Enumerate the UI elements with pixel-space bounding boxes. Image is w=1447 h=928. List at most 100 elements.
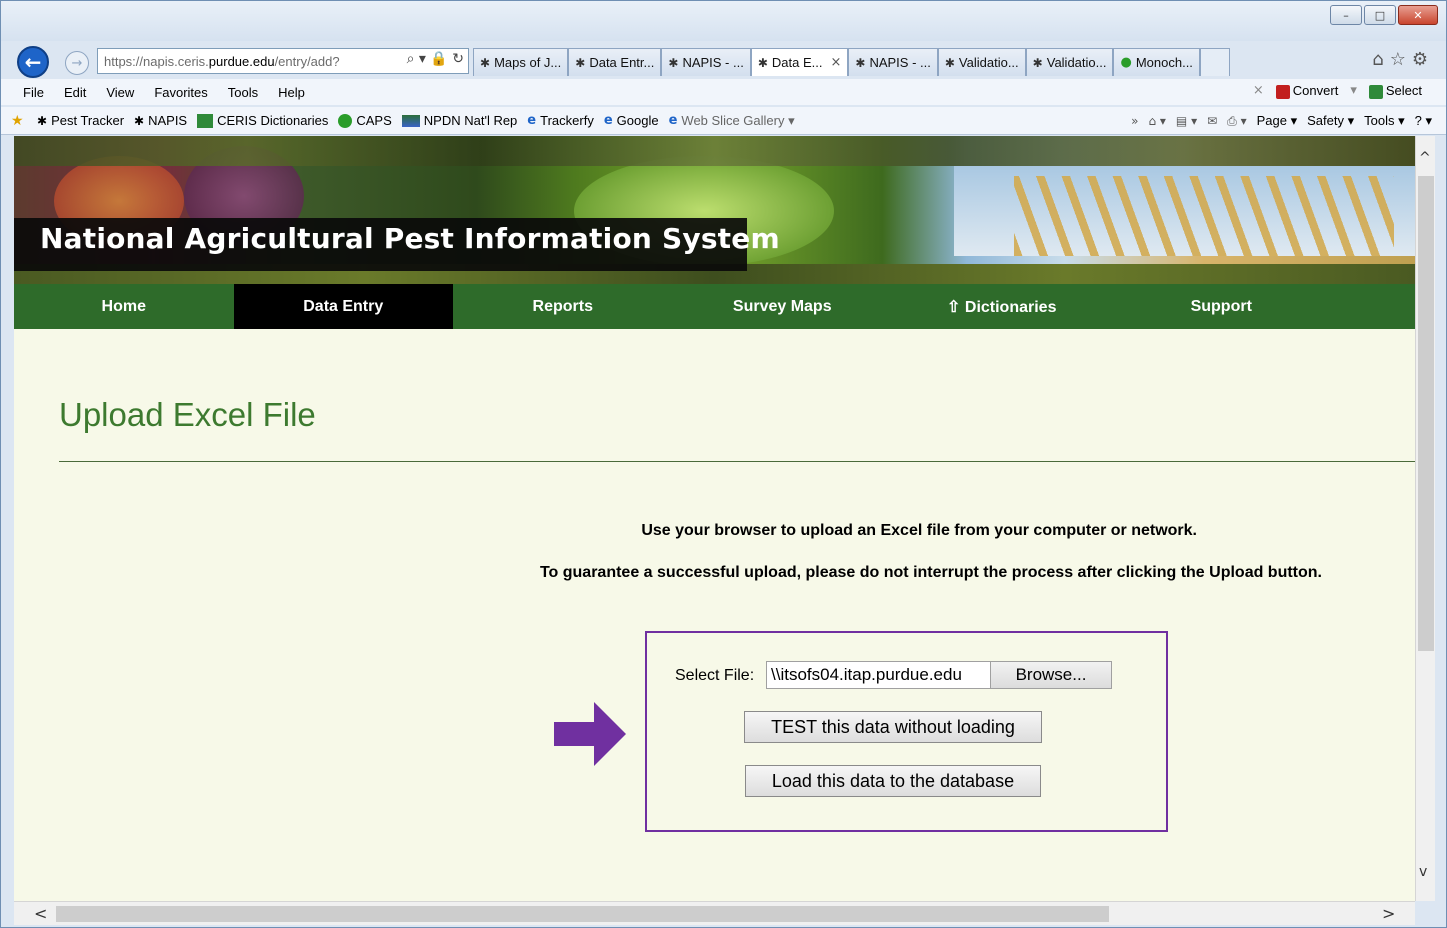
browser-tab[interactable]: ✱ Data E... ×	[750, 48, 849, 76]
menu-item-tools[interactable]: Tools	[228, 85, 258, 100]
favorite-link[interactable]: e Web Slice Gallery ▾	[669, 113, 795, 129]
menu-item-favorites[interactable]: Favorites	[154, 85, 207, 100]
browser-tab[interactable]: ✱ Maps of J...	[473, 48, 569, 76]
close-toolbar-icon[interactable]: ×	[1253, 83, 1264, 98]
mail-icon[interactable]: ✉	[1207, 114, 1217, 128]
window-controls: – □ ✕	[1330, 5, 1438, 25]
menu-item-help[interactable]: Help	[278, 85, 305, 100]
favorite-link[interactable]: e Trackerfy	[527, 113, 594, 128]
file-path-input[interactable]: \\itsofs04.itap.purdue.edu	[766, 661, 992, 689]
header-banner: National Agricultural Pest Information S…	[14, 136, 1415, 284]
maximize-button[interactable]: □	[1364, 5, 1396, 25]
back-arrow-icon[interactable]: ←	[17, 46, 49, 78]
main-nav: Home Data Entry Reports Survey Maps ⇧ Dictio…	[14, 284, 1415, 329]
menu-item-edit[interactable]: Edit	[64, 85, 86, 100]
more-chevron-icon[interactable]: »	[1131, 114, 1138, 128]
help-menu[interactable]: ? ▾	[1415, 113, 1432, 129]
nav-item-dictionaries[interactable]: ⇧ Dictionaries	[892, 284, 1112, 329]
scroll-left-icon[interactable]: <	[34, 904, 47, 923]
vertical-scrollbar[interactable]: ^ v	[1415, 136, 1435, 901]
select-button[interactable]: Select	[1368, 83, 1422, 99]
tab-strip: ✱ Maps of J... ✱ Data Entr... ✱ NAPIS - ... ✱ D…	[473, 48, 1230, 76]
site-icon: ✱	[668, 55, 679, 70]
instruction-text: Use your browser to upload an Excel file…	[641, 522, 1197, 539]
browse-button[interactable]: Browse...	[990, 661, 1112, 689]
page-menu[interactable]: Page ▾	[1257, 113, 1298, 129]
bug-icon: ✱	[134, 113, 145, 128]
banner-trees-image	[14, 136, 1415, 166]
feeds-icon[interactable]: ▤ ▾	[1176, 114, 1197, 128]
vertical-scroll-thumb[interactable]	[1418, 176, 1434, 651]
favorite-link[interactable]: e Google	[604, 113, 659, 128]
site-icon: ✱	[855, 55, 866, 70]
convert-dropdown-icon[interactable]: ▾	[1350, 83, 1357, 98]
favorite-link[interactable]: ✱ Pest Tracker	[37, 113, 124, 128]
print-icon[interactable]: ⎙ ▾	[1227, 114, 1246, 129]
browser-tab[interactable]: ● Monoch...	[1113, 48, 1200, 76]
menu-item-file[interactable]: File	[23, 85, 44, 100]
scroll-right-icon[interactable]: >	[1382, 904, 1395, 923]
browser-tab[interactable]: ✱ NAPIS - ...	[661, 48, 751, 76]
convert-label: Convert	[1292, 83, 1339, 98]
new-tab-button[interactable]	[1199, 48, 1230, 76]
tools-menu[interactable]: Tools ▾	[1364, 113, 1405, 129]
divider	[59, 461, 1415, 462]
tab-label: Maps of J...	[494, 55, 562, 70]
site-icon: ✱	[575, 55, 586, 70]
nav-item-home[interactable]: Home	[14, 284, 234, 329]
favorite-label: Google	[616, 113, 659, 128]
command-bar: » ⌂ ▾ ▤ ▾ ✉ ⎙ ▾ Page ▾ Safety ▾ Tools ▾ …	[1131, 113, 1432, 129]
home-favorites-settings-icons[interactable]: ⌂☆⚙	[1372, 49, 1434, 70]
nav-item-survey-maps[interactable]: Survey Maps	[673, 284, 893, 329]
tab-label: Data Entr...	[589, 55, 655, 70]
load-data-button[interactable]: Load this data to the database	[745, 765, 1041, 797]
favorite-link[interactable]: NPDN Nat'l Rep	[401, 113, 518, 128]
convert-button[interactable]: Convert	[1275, 83, 1339, 99]
scroll-down-icon[interactable]: v	[1419, 864, 1427, 880]
upload-form-highlight: Select File: \\itsofs04.itap.purdue.edu …	[645, 631, 1168, 832]
tab-label: NAPIS - ...	[869, 55, 931, 70]
site-icon: ✱	[944, 55, 955, 70]
site-icon: ✱	[480, 55, 491, 70]
favorite-link[interactable]: ✱ NAPIS	[134, 113, 187, 128]
favorites-bar: ★ » ⌂ ▾ ▤ ▾ ✉ ⎙ ▾ Page ▾ Safety ▾ Tools …	[1, 107, 1446, 135]
select-file-label: Select File:	[675, 667, 755, 684]
title-bar: – □ ✕	[1, 1, 1446, 41]
browser-tab[interactable]: ✱ Validatio...	[937, 48, 1026, 76]
nav-item-data-entry[interactable]: Data Entry	[233, 284, 453, 329]
nav-item-reports[interactable]: Reports	[453, 284, 673, 329]
site-icon: ✱	[757, 55, 768, 70]
browser-tab[interactable]: ✱ Data Entr...	[568, 48, 662, 76]
npdn-icon	[401, 114, 420, 127]
address-row: ← → https://napis.ceris. purdue.edu/entry…	[1, 45, 1446, 78]
tab-label: Validatio...	[958, 55, 1019, 70]
browser-window: – □ ✕ ← → https://napis.ceris. purdue.edu…	[0, 0, 1447, 928]
scroll-up-icon[interactable]: ^	[1419, 150, 1431, 166]
caps-icon	[338, 113, 353, 128]
test-data-button[interactable]: TEST this data without loading	[744, 711, 1042, 743]
menu-item-view[interactable]: View	[106, 85, 134, 100]
ie-icon: e	[603, 113, 613, 128]
horizontal-scrollbar[interactable]: < >	[14, 901, 1415, 925]
browser-tab[interactable]: ✱ NAPIS - ...	[848, 48, 938, 76]
home-icon[interactable]: ⌂ ▾	[1148, 114, 1165, 128]
tab-label: Validatio...	[1046, 55, 1107, 70]
favorite-link[interactable]: CERIS Dictionaries	[197, 113, 328, 128]
menu-right: × Convert ▾ Select	[1253, 83, 1422, 99]
minimize-button[interactable]: –	[1330, 5, 1362, 25]
nav-item-support[interactable]: Support	[1112, 284, 1332, 329]
horizontal-scroll-thumb[interactable]	[56, 906, 1109, 922]
safety-menu[interactable]: Safety ▾	[1307, 113, 1354, 129]
close-tab-icon[interactable]: ×	[830, 55, 841, 70]
close-window-button[interactable]: ✕	[1398, 5, 1438, 25]
favorite-link[interactable]: CAPS	[338, 113, 392, 128]
forward-arrow-icon[interactable]: →	[65, 51, 89, 75]
favorites-star-icon[interactable]: ★	[11, 113, 27, 129]
leaf-icon: ●	[1120, 55, 1132, 70]
favorite-label: NPDN Nat'l Rep	[423, 113, 518, 128]
browser-tab[interactable]: ✱ Validatio...	[1025, 48, 1114, 76]
address-icons[interactable]: ⌕ ▾ 🔒 ↻	[403, 51, 464, 67]
pointer-arrow-icon	[554, 702, 626, 766]
page-title: Upload Excel File	[59, 396, 316, 433]
address-bar[interactable]: https://napis.ceris. purdue.edu/entry/add…	[97, 48, 469, 74]
